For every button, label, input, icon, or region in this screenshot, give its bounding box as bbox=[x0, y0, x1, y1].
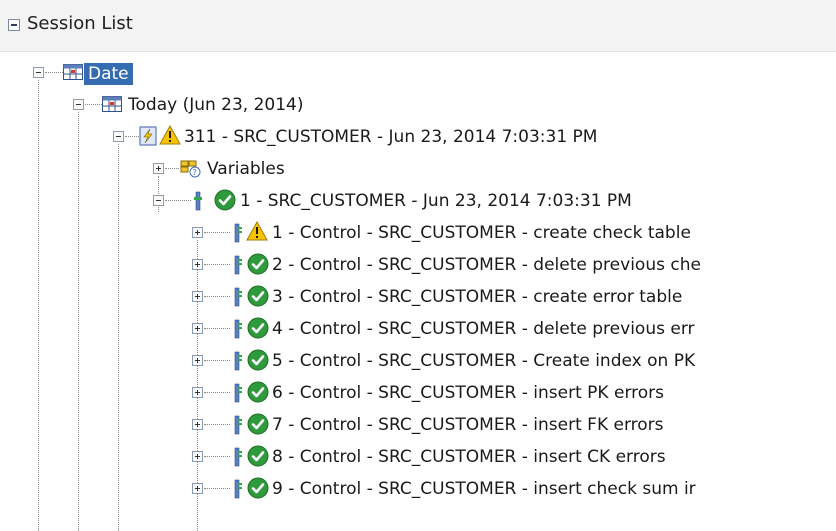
collapse-toggle[interactable] bbox=[33, 67, 44, 78]
tree-node-task[interactable]: 9 - Control - SRC_CUSTOMER - insert chec… bbox=[0, 473, 836, 505]
tree-node-label[interactable]: Variables bbox=[207, 158, 285, 180]
tree-node-task[interactable]: 7 - Control - SRC_CUSTOMER - insert FK e… bbox=[0, 409, 836, 441]
tree-connector bbox=[85, 104, 102, 105]
variables-icon: ? bbox=[180, 160, 201, 178]
step-icon bbox=[194, 191, 202, 211]
tree-connector bbox=[45, 72, 63, 73]
tree-node-task[interactable]: 2 - Control - SRC_CUSTOMER - delete prev… bbox=[0, 249, 836, 281]
task-icon bbox=[234, 351, 242, 371]
tree-node-task[interactable]: 6 - Control - SRC_CUSTOMER - insert PK e… bbox=[0, 377, 836, 409]
task-label[interactable]: 4 - Control - SRC_CUSTOMER - delete prev… bbox=[272, 318, 836, 340]
success-icon bbox=[247, 413, 269, 435]
tree-connector bbox=[125, 136, 139, 137]
expand-toggle[interactable] bbox=[153, 163, 164, 174]
tree-node-label[interactable]: Date bbox=[84, 63, 133, 85]
task-label[interactable]: 5 - Control - SRC_CUSTOMER - Create inde… bbox=[272, 350, 836, 372]
tree-connector bbox=[204, 232, 230, 233]
task-label[interactable]: 2 - Control - SRC_CUSTOMER - delete prev… bbox=[272, 254, 836, 276]
collapse-toggle[interactable] bbox=[113, 131, 124, 142]
session-tree: Date Today (Jun 23, 2014) 311 - SRC_CUST… bbox=[0, 52, 836, 531]
collapse-toggle[interactable] bbox=[153, 195, 164, 206]
success-icon bbox=[247, 381, 269, 403]
expand-toggle[interactable] bbox=[192, 451, 203, 462]
task-label[interactable]: 9 - Control - SRC_CUSTOMER - insert chec… bbox=[272, 478, 836, 500]
success-icon bbox=[247, 285, 269, 307]
task-icon bbox=[234, 287, 242, 307]
tree-connector bbox=[204, 264, 230, 265]
collapse-toggle[interactable] bbox=[73, 99, 84, 110]
task-icon bbox=[234, 415, 242, 435]
expand-toggle[interactable] bbox=[192, 291, 203, 302]
task-label[interactable]: 7 - Control - SRC_CUSTOMER - insert FK e… bbox=[272, 414, 836, 436]
tree-connector bbox=[165, 200, 191, 201]
collapse-panel-icon[interactable] bbox=[8, 19, 20, 31]
tree-node-task[interactable]: 1 - Control - SRC_CUSTOMER - create chec… bbox=[0, 217, 836, 249]
success-icon bbox=[247, 253, 269, 275]
tree-node-task[interactable]: 3 - Control - SRC_CUSTOMER - create erro… bbox=[0, 281, 836, 313]
task-label[interactable]: 1 - Control - SRC_CUSTOMER - create chec… bbox=[272, 222, 836, 244]
tree-connector bbox=[165, 168, 179, 169]
table-icon bbox=[102, 96, 122, 112]
task-icon bbox=[234, 223, 242, 243]
tree-node-task[interactable]: 4 - Control - SRC_CUSTOMER - delete prev… bbox=[0, 313, 836, 345]
svg-text:?: ? bbox=[193, 168, 197, 177]
expand-toggle[interactable] bbox=[192, 323, 203, 334]
success-icon bbox=[247, 477, 269, 499]
expand-toggle[interactable] bbox=[192, 227, 203, 238]
success-icon bbox=[214, 189, 236, 211]
tree-connector bbox=[204, 424, 230, 425]
session-list-panel: Session List Date Today (Jun 23, 2014) 3… bbox=[0, 0, 836, 531]
tree-node-task[interactable]: 5 - Control - SRC_CUSTOMER - Create inde… bbox=[0, 345, 836, 377]
task-icon bbox=[234, 479, 242, 499]
warning-icon bbox=[159, 125, 181, 145]
task-icon bbox=[234, 447, 242, 467]
table-icon bbox=[63, 64, 83, 80]
panel-title: Session List bbox=[27, 13, 133, 34]
task-label[interactable]: 6 - Control - SRC_CUSTOMER - insert PK e… bbox=[272, 382, 836, 404]
task-label[interactable]: 3 - Control - SRC_CUSTOMER - create erro… bbox=[272, 286, 836, 308]
expand-toggle[interactable] bbox=[192, 419, 203, 430]
tree-node-session[interactable]: 311 - SRC_CUSTOMER - Jun 23, 2014 7:03:3… bbox=[0, 121, 836, 153]
tree-connector bbox=[204, 360, 230, 361]
tree-connector bbox=[204, 456, 230, 457]
tree-node-label[interactable]: Today (Jun 23, 2014) bbox=[128, 94, 304, 116]
tree-node-variables[interactable]: ? Variables bbox=[0, 153, 836, 185]
expand-toggle[interactable] bbox=[192, 387, 203, 398]
tree-node-step[interactable]: 1 - SRC_CUSTOMER - Jun 23, 2014 7:03:31 … bbox=[0, 185, 836, 217]
tree-node-label[interactable]: 1 - SRC_CUSTOMER - Jun 23, 2014 7:03:31 … bbox=[240, 190, 632, 212]
tree-node-label[interactable]: 311 - SRC_CUSTOMER - Jun 23, 2014 7:03:3… bbox=[184, 126, 597, 148]
tree-node-date[interactable]: Date bbox=[0, 57, 836, 89]
tree-connector bbox=[204, 296, 230, 297]
tree-connector bbox=[204, 488, 230, 489]
task-icon bbox=[234, 255, 242, 275]
success-icon bbox=[247, 445, 269, 467]
task-label[interactable]: 8 - Control - SRC_CUSTOMER - insert CK e… bbox=[272, 446, 836, 468]
task-icon bbox=[234, 319, 242, 339]
panel-header: Session List bbox=[0, 0, 836, 52]
warning-icon bbox=[246, 221, 268, 241]
expand-toggle[interactable] bbox=[192, 259, 203, 270]
expand-toggle[interactable] bbox=[192, 483, 203, 494]
task-icon bbox=[234, 383, 242, 403]
success-icon bbox=[247, 317, 269, 339]
expand-toggle[interactable] bbox=[192, 355, 203, 366]
tree-connector bbox=[204, 328, 230, 329]
success-icon bbox=[247, 349, 269, 371]
tree-connector bbox=[204, 392, 230, 393]
tree-node-task[interactable]: 8 - Control - SRC_CUSTOMER - insert CK e… bbox=[0, 441, 836, 473]
scenario-icon bbox=[139, 126, 157, 146]
tree-node-today[interactable]: Today (Jun 23, 2014) bbox=[0, 89, 836, 121]
